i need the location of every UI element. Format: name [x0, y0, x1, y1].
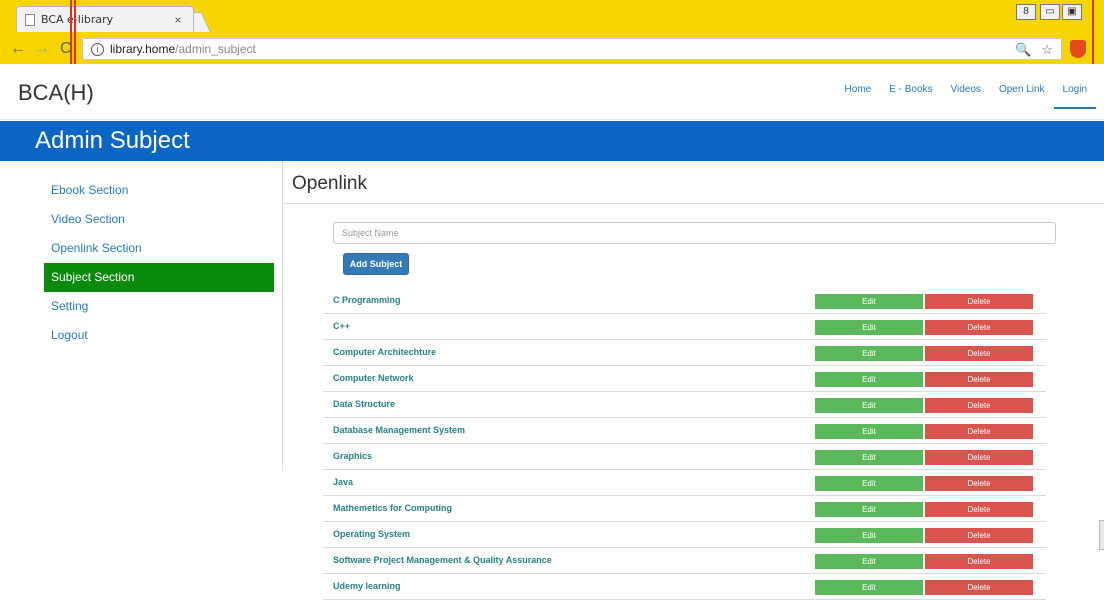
subject-row: Software Project Management & Quality As… [323, 548, 1046, 574]
page-title: Admin Subject [35, 127, 190, 154]
edit-button[interactable]: Edit [815, 424, 923, 439]
sidebar-item-logout[interactable]: Logout [44, 321, 274, 350]
sidebar-item-video-section[interactable]: Video Section [44, 205, 274, 234]
edit-button[interactable]: Edit [815, 372, 923, 387]
subject-list: C Programming Edit Delete C++ Edit Delete Comp… [323, 288, 1046, 600]
section-title: Openlink [292, 173, 367, 194]
scroll-handle[interactable] [1099, 520, 1104, 550]
user-icon[interactable]: 8 [1016, 4, 1036, 20]
subject-row: Graphics Edit Delete [323, 444, 1046, 470]
browser-tab[interactable]: BCA e-library × [16, 6, 194, 32]
maximize-icon[interactable]: ▣ [1062, 4, 1082, 20]
subject-name[interactable]: Udemy learning [333, 581, 401, 591]
browser-chrome: BCA e-library × 8 ▭ ▣ ← → C i library.ho… [0, 0, 1104, 64]
sidebar-item-subject-section[interactable]: Subject Section [44, 263, 274, 292]
subject-name[interactable]: Mathemetics for Computing [333, 503, 452, 513]
sidebar-item-setting[interactable]: Setting [44, 292, 274, 321]
subject-name[interactable]: Operating System [333, 529, 410, 539]
tab-strip: BCA e-library × 8 ▭ ▣ [0, 0, 1104, 34]
site-navbar: BCA(H) Home E - Books Videos Open Link L… [0, 64, 1104, 120]
subject-name[interactable]: Computer Network [333, 373, 414, 383]
edit-button[interactable]: Edit [815, 476, 923, 491]
delete-button[interactable]: Delete [925, 372, 1033, 387]
edit-button[interactable]: Edit [815, 580, 923, 595]
edit-button[interactable]: Edit [815, 294, 923, 309]
url-path: /admin_subject [175, 42, 256, 56]
delete-button[interactable]: Delete [925, 554, 1033, 569]
red-marker-line [70, 0, 72, 64]
sidebar-item-ebook-section[interactable]: Ebook Section [44, 176, 274, 205]
delete-button[interactable]: Delete [925, 580, 1033, 595]
admin-sidebar: Ebook Section Video Section Openlink Sec… [44, 176, 274, 350]
back-icon[interactable]: ← [10, 40, 26, 58]
subject-row: Mathemetics for Computing Edit Delete [323, 496, 1046, 522]
subject-row: Computer Network Edit Delete [323, 366, 1046, 392]
subject-row: Java Edit Delete [323, 470, 1046, 496]
subject-row: C++ Edit Delete [323, 314, 1046, 340]
nav-ebooks[interactable]: E - Books [880, 82, 941, 109]
subject-name[interactable]: Computer Architechture [333, 347, 436, 357]
site-brand[interactable]: BCA(H) [18, 80, 94, 106]
red-marker-line [1092, 0, 1094, 64]
close-icon[interactable]: × [171, 13, 185, 27]
subject-name[interactable]: Data Structure [333, 399, 395, 409]
nav-videos[interactable]: Videos [942, 82, 990, 109]
subject-name[interactable]: C Programming [333, 295, 401, 305]
sidebar-item-openlink-section[interactable]: Openlink Section [44, 234, 274, 263]
delete-button[interactable]: Delete [925, 294, 1033, 309]
extension-shield-icon[interactable] [1070, 40, 1086, 58]
sidebar-divider [282, 161, 283, 471]
minimize-icon[interactable]: ▭ [1040, 4, 1060, 20]
subject-row: C Programming Edit Delete [323, 288, 1046, 314]
page-icon [25, 13, 35, 26]
delete-button[interactable]: Delete [925, 424, 1033, 439]
subject-name[interactable]: Database Management System [333, 425, 465, 435]
top-nav: Home E - Books Videos Open Link Login [835, 82, 1096, 109]
tab-title: BCA e-library [41, 13, 114, 26]
edit-button[interactable]: Edit [815, 528, 923, 543]
subject-row: Udemy learning Edit Delete [323, 574, 1046, 600]
subject-row: Database Management System Edit Delete [323, 418, 1046, 444]
subject-row: Data Structure Edit Delete [323, 392, 1046, 418]
subject-row: Computer Architechture Edit Delete [323, 340, 1046, 366]
delete-button[interactable]: Delete [925, 476, 1033, 491]
page-header: Admin Subject [0, 121, 1104, 161]
url-host: library.home [110, 42, 176, 56]
edit-button[interactable]: Edit [815, 346, 923, 361]
forward-icon[interactable]: → [34, 40, 50, 58]
edit-button[interactable]: Edit [815, 398, 923, 413]
subject-name[interactable]: Java [333, 477, 353, 487]
address-bar[interactable]: i library.home/admin_subject 🔍 ☆ [82, 38, 1062, 60]
delete-button[interactable]: Delete [925, 502, 1033, 517]
delete-button[interactable]: Delete [925, 346, 1033, 361]
delete-button[interactable]: Delete [925, 450, 1033, 465]
address-bar-actions: 🔍 ☆ [1015, 42, 1053, 58]
section-divider [283, 203, 1104, 204]
subject-name-input[interactable] [333, 222, 1056, 244]
nav-open-link[interactable]: Open Link [990, 82, 1054, 109]
delete-button[interactable]: Delete [925, 528, 1033, 543]
edit-button[interactable]: Edit [815, 502, 923, 517]
subject-name[interactable]: C++ [333, 321, 350, 331]
add-subject-button[interactable]: Add Subject [343, 253, 409, 275]
nav-home[interactable]: Home [835, 82, 880, 109]
subject-name[interactable]: Software Project Management & Quality As… [333, 555, 552, 565]
edit-button[interactable]: Edit [815, 554, 923, 569]
subject-name[interactable]: Graphics [333, 451, 372, 461]
bookmark-star-icon[interactable]: ☆ [1041, 42, 1053, 58]
red-marker-line [74, 0, 76, 64]
delete-button[interactable]: Delete [925, 320, 1033, 335]
edit-button[interactable]: Edit [815, 320, 923, 335]
zoom-icon[interactable]: 🔍 [1015, 42, 1031, 58]
edit-button[interactable]: Edit [815, 450, 923, 465]
subject-row: Operating System Edit Delete [323, 522, 1046, 548]
delete-button[interactable]: Delete [925, 398, 1033, 413]
info-icon[interactable]: i [91, 42, 104, 56]
nav-login[interactable]: Login [1053, 82, 1096, 109]
